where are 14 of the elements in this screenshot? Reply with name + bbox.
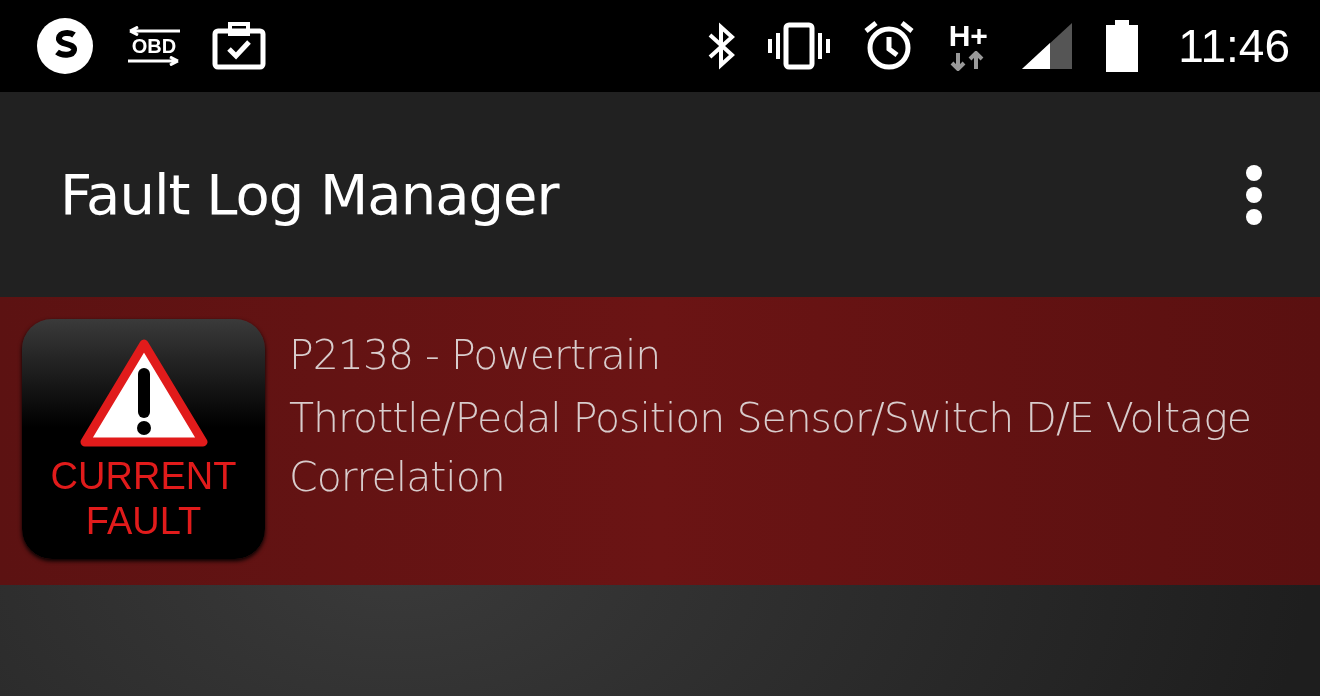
fault-code: P2138 - Powertrain [289,331,662,379]
bluetooth-icon [706,21,737,71]
vibrate-icon [766,21,833,71]
battery-icon [1104,19,1141,73]
app-title: Fault Log Manager [60,162,561,227]
signal-icon [1020,21,1075,71]
current-fault-badge: CURRENT FAULT [22,319,265,559]
fault-list-item[interactable]: CURRENT FAULT P2138 - Powertrain Throttle/Pedal Position Sensor/Switch D/E Voltage Correlation [0,297,1320,585]
skype-icon[interactable] [34,15,96,77]
network-type-indicator: H+ [946,21,991,71]
clipboard-check-icon[interactable] [212,21,266,71]
fault-description: Throttle/Pedal Position Sensor/Switch D/E Voltage Correlation [289,393,1252,504]
clock-time: 11:46 [1178,19,1290,73]
warning-icon [78,337,209,448]
